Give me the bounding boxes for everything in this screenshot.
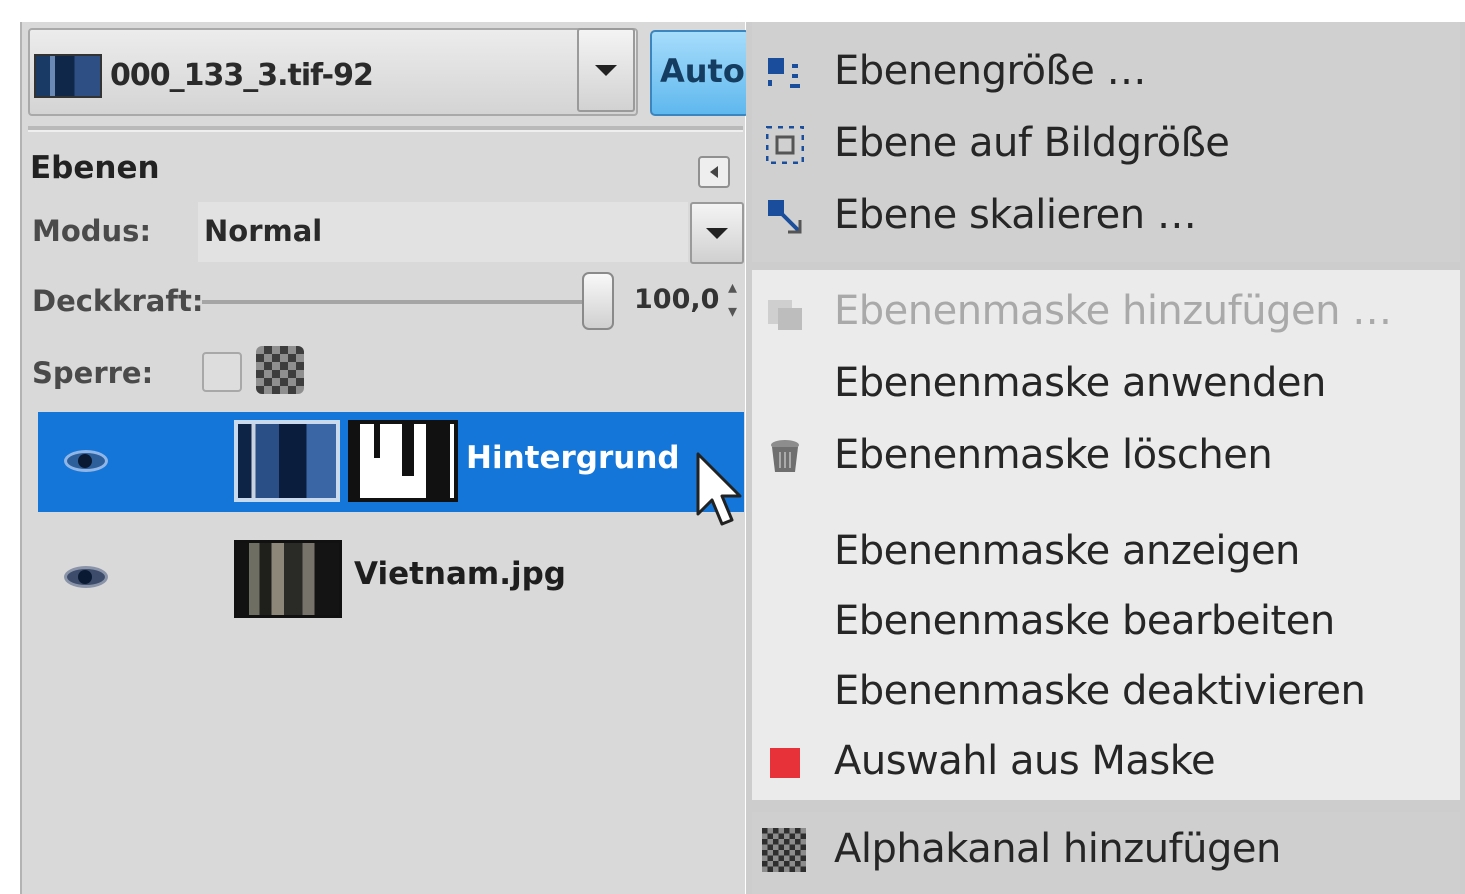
menu-item-add-alpha-channel[interactable]: Alphakanal hinzufügen — [752, 816, 1460, 886]
auto-button[interactable]: Auto — [650, 30, 750, 116]
layer-name[interactable]: Vietnam.jpg — [354, 556, 566, 592]
menu-item-label: Ebenenmaske bearbeiten — [834, 598, 1335, 644]
panel-title: Ebenen — [30, 150, 160, 186]
layer-to-image-size-icon — [766, 126, 804, 164]
mask-to-selection-icon — [770, 748, 800, 778]
menu-item-label: Ebenenmaske hinzufügen … — [834, 288, 1392, 334]
mouse-cursor-icon — [696, 452, 742, 526]
layer-context-menu: Ebenengröße … Ebene auf Bildgröße Ebene … — [746, 22, 1465, 894]
menu-item-label: Ebene skalieren … — [834, 192, 1197, 238]
menu-item-disable-layer-mask[interactable]: Ebenenmaske deaktivieren — [752, 658, 1460, 728]
mode-select[interactable]: Normal — [198, 202, 688, 262]
opacity-spin-button[interactable]: ▴ ▾ — [728, 276, 742, 324]
alpha-channel-icon — [762, 828, 806, 872]
menu-section-layer-mask: Ebenenmaske hinzufügen … Ebenenmaske anw… — [752, 270, 1460, 800]
visibility-eye-icon[interactable] — [64, 566, 108, 588]
menu-item-show-layer-mask[interactable]: Ebenenmaske anzeigen — [752, 518, 1460, 588]
image-dropdown-button[interactable] — [577, 28, 635, 112]
mode-value: Normal — [204, 214, 323, 248]
layer-row-selected[interactable]: Hintergrund — [38, 412, 744, 512]
visibility-eye-icon[interactable] — [64, 450, 108, 472]
chevron-down-icon — [595, 64, 617, 76]
delete-icon — [771, 440, 799, 472]
menu-item-scale-layer[interactable]: Ebene skalieren … — [752, 182, 1460, 252]
menu-item-label: Ebenenmaske anwenden — [834, 360, 1326, 406]
image-thumbnail — [34, 54, 102, 98]
opacity-value[interactable]: 100,0 — [634, 284, 719, 315]
layer-thumbnail[interactable] — [234, 420, 340, 502]
menu-item-mask-to-selection[interactable]: Auswahl aus Maske — [752, 728, 1460, 798]
menu-item-edit-layer-mask[interactable]: Ebenenmaske bearbeiten — [752, 588, 1460, 658]
image-selector[interactable]: 000_133_3.tif-92 — [28, 28, 638, 116]
layer-thumbnail[interactable] — [234, 540, 342, 618]
image-name: 000_133_3.tif-92 — [110, 58, 374, 93]
layer-size-icon — [768, 58, 800, 88]
menu-item-label: Ebenenmaske löschen — [834, 432, 1273, 478]
add-layer-mask-icon — [768, 300, 802, 330]
layer-name[interactable]: Hintergrund — [466, 440, 680, 476]
menu-item-label: Ebenengröße … — [834, 48, 1147, 94]
opacity-slider-track[interactable] — [202, 300, 592, 304]
layer-mask-thumbnail[interactable] — [348, 420, 458, 502]
menu-item-apply-layer-mask[interactable]: Ebenenmaske anwenden — [752, 350, 1460, 420]
layers-dock: 000_133_3.tif-92 Auto Ebenen Modus: Norm… — [20, 22, 750, 894]
menu-item-label: Ebenenmaske deaktivieren — [834, 668, 1366, 714]
menu-item-label: Ebene auf Bildgröße — [834, 120, 1230, 166]
menu-item-layer-size[interactable]: Ebenengröße … — [752, 38, 1460, 108]
menu-item-add-layer-mask[interactable]: Ebenenmaske hinzufügen … — [752, 278, 1460, 348]
menu-item-label: Ebenenmaske anzeigen — [834, 528, 1300, 574]
lock-pixels-checkbox[interactable] — [202, 352, 242, 392]
menu-item-delete-layer-mask[interactable]: Ebenenmaske löschen — [752, 422, 1460, 492]
chevron-down-icon — [706, 227, 728, 239]
mode-label: Modus: — [32, 214, 152, 248]
opacity-slider-handle[interactable] — [582, 272, 614, 330]
menu-section-layer-size: Ebenengröße … Ebene auf Bildgröße Ebene … — [752, 22, 1460, 262]
menu-item-layer-to-image-size[interactable]: Ebene auf Bildgröße — [752, 110, 1460, 180]
panel-menu-button[interactable] — [698, 156, 730, 188]
menu-item-label: Alphakanal hinzufügen — [834, 826, 1281, 872]
menu-item-label: Auswahl aus Maske — [834, 738, 1216, 784]
lock-alpha-icon[interactable] — [256, 346, 304, 394]
tab-menu-icon — [710, 166, 718, 178]
opacity-label: Deckkraft: — [32, 284, 204, 318]
lock-label: Sperre: — [32, 356, 154, 390]
layer-row[interactable]: Vietnam.jpg — [38, 514, 744, 624]
separator — [28, 126, 743, 132]
menu-section-alpha: Alphakanal hinzufügen — [752, 812, 1460, 894]
scale-layer-icon — [768, 200, 802, 234]
mode-dropdown-button[interactable] — [690, 202, 744, 264]
